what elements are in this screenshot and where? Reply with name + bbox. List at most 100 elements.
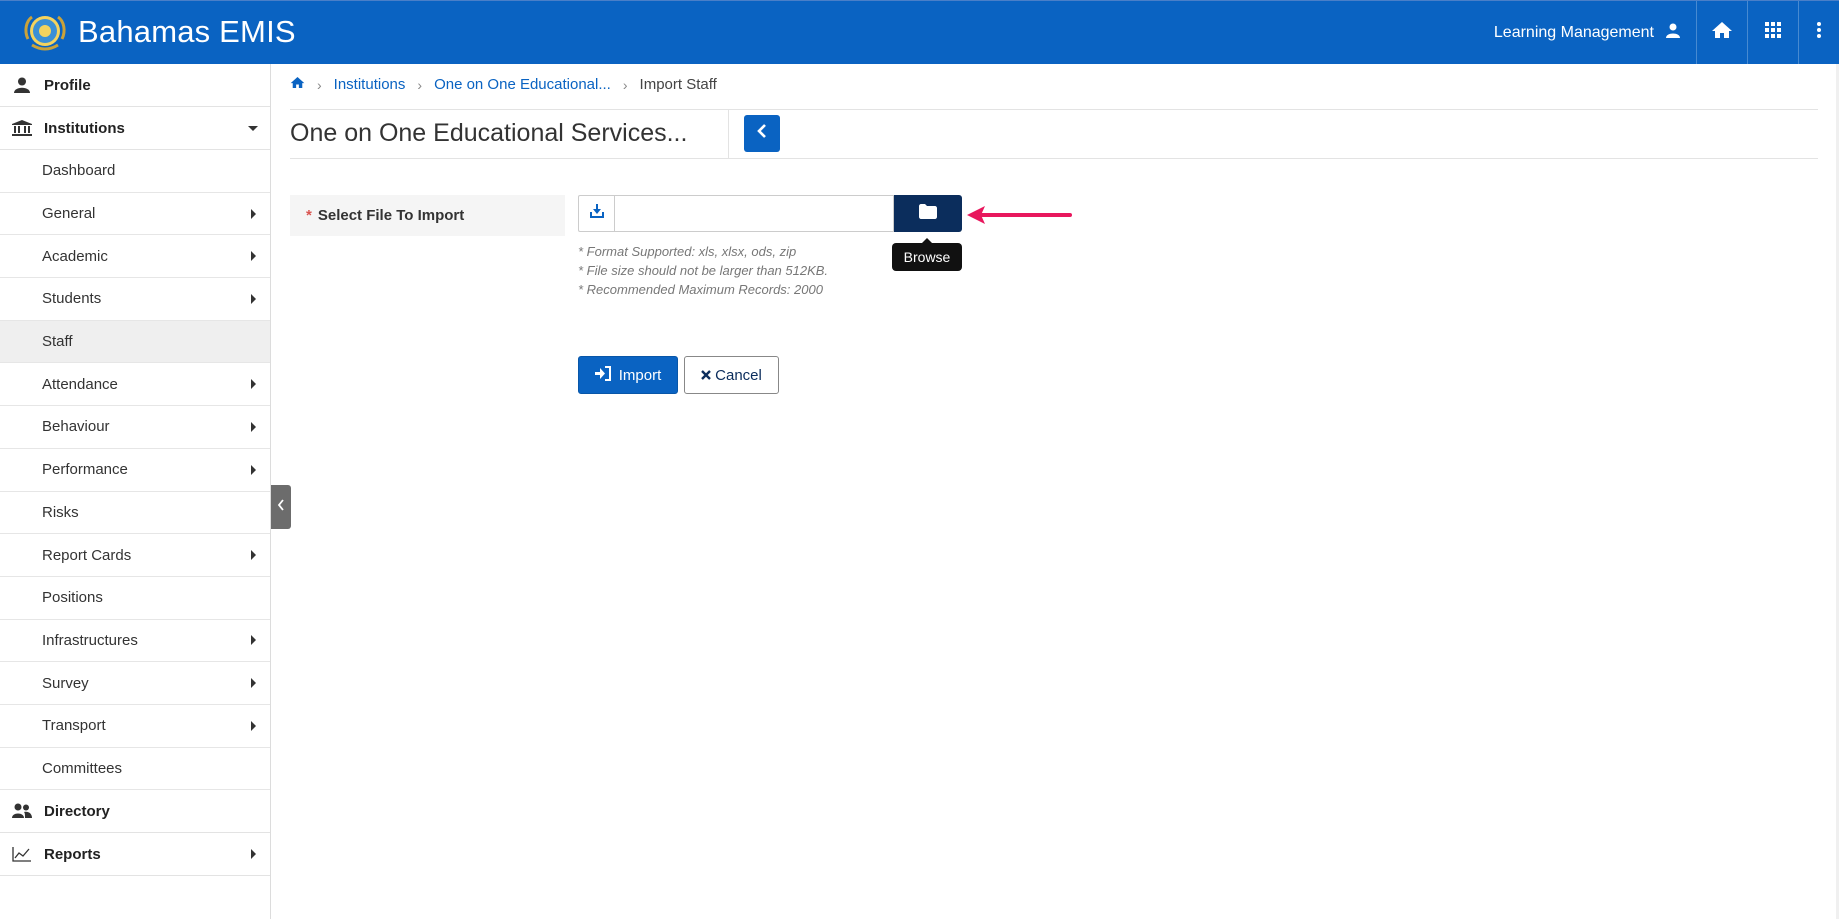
caret-right-icon	[251, 720, 256, 731]
caret-right-icon	[251, 464, 256, 475]
sidebar-item-label: Profile	[44, 76, 91, 94]
import-button[interactable]: Import	[578, 356, 678, 394]
institution-icon	[12, 120, 32, 136]
sidebar-item-profile[interactable]: Profile	[0, 64, 270, 107]
sidebar-item-label: Risks	[42, 503, 79, 521]
browse-button[interactable]	[894, 195, 962, 232]
sidebar-item-institutions[interactable]: Institutions	[0, 107, 270, 150]
hint-records: * Recommended Maximum Records: 2000	[578, 282, 823, 297]
caret-right-icon	[251, 251, 256, 262]
sidebar-item-label: Performance	[42, 461, 128, 479]
sidebar-item-risks[interactable]: Risks	[0, 492, 270, 535]
sidebar-item-label: Positions	[42, 589, 103, 607]
sidebar-item-label: Report Cards	[42, 546, 132, 564]
sidebar-item-attendance[interactable]: Attendance	[0, 363, 270, 407]
breadcrumb-institution[interactable]: One on One Educational...	[434, 76, 611, 93]
logo-icon	[20, 9, 70, 55]
apps-button[interactable]	[1748, 1, 1798, 64]
import-button-label: Import	[618, 366, 662, 384]
sidebar-item-label: General	[42, 205, 96, 223]
sidebar-item-transport[interactable]: Transport	[0, 705, 270, 748]
caret-right-icon	[251, 421, 256, 432]
required-mark: *	[306, 207, 312, 224]
sidebar-item-label: Committees	[42, 759, 123, 777]
sidebar-item-general[interactable]: General	[0, 193, 270, 236]
caret-right-icon	[251, 293, 256, 304]
top-header: Bahamas EMIS Learning Management	[0, 0, 1839, 64]
sidebar-item-infrastructures[interactable]: Infrastructures	[0, 620, 270, 663]
breadcrumb-institutions[interactable]: Institutions	[334, 76, 406, 93]
user-icon	[1666, 23, 1680, 43]
apps-grid-icon	[1765, 22, 1781, 43]
user-menu[interactable]: Learning Management	[1494, 1, 1696, 64]
chart-line-icon	[12, 846, 32, 862]
breadcrumb-separator: ›	[622, 76, 628, 93]
breadcrumb-current: Import Staff	[639, 76, 717, 93]
sidebar-item-report-cards[interactable]: Report Cards	[0, 534, 270, 577]
brand-name: Bahamas EMIS	[78, 14, 296, 49]
select-file-label: * Select File To Import	[290, 195, 565, 236]
caret-down-icon	[248, 126, 258, 131]
hint-format: * Format Supported: xls, xlsx, ods, zip	[578, 244, 797, 259]
download-template-button[interactable]	[578, 195, 614, 232]
brand[interactable]: Bahamas EMIS	[20, 9, 296, 55]
sidebar-item-label: Infrastructures	[42, 631, 138, 649]
sidebar-item-label: Behaviour	[42, 418, 110, 436]
sidebar-item-students[interactable]: Students	[0, 278, 270, 321]
breadcrumb-separator: ›	[417, 76, 423, 93]
sidebar-item-label: Reports	[44, 845, 101, 863]
download-icon	[589, 204, 604, 223]
directory-icon	[12, 803, 32, 819]
more-button[interactable]	[1799, 1, 1839, 64]
profile-icon	[12, 77, 32, 93]
cancel-button[interactable]: Cancel	[684, 356, 779, 394]
sidebar-item-label: Academic	[42, 247, 108, 265]
caret-right-icon	[251, 208, 256, 219]
user-label: Learning Management	[1493, 23, 1654, 41]
file-hints: * Format Supported: xls, xlsx, ods, zip …	[578, 242, 828, 299]
sidebar-collapse-button[interactable]	[271, 485, 291, 529]
sidebar-item-behaviour[interactable]: Behaviour	[0, 406, 270, 449]
sidebar-item-label: Survey	[42, 674, 89, 692]
caret-right-icon	[251, 379, 256, 390]
sidebar: Profile Institutions Dashboard General A…	[0, 64, 271, 919]
sidebar-item-directory[interactable]: Directory	[0, 790, 270, 834]
sidebar-item-reports[interactable]: Reports	[0, 833, 270, 877]
sidebar-item-label: Directory	[44, 802, 110, 820]
home-icon[interactable]	[290, 76, 305, 93]
caret-right-icon	[251, 849, 256, 860]
home-button[interactable]	[1697, 1, 1747, 64]
annotation-arrow-icon	[966, 203, 1072, 232]
sidebar-item-staff[interactable]: Staff	[0, 320, 270, 364]
caret-right-icon	[251, 635, 256, 646]
page-title: One on One Educational Services...	[290, 119, 688, 147]
back-button[interactable]	[744, 115, 780, 152]
breadcrumb-separator: ›	[317, 76, 322, 93]
file-upload-group	[578, 195, 962, 232]
sidebar-item-survey[interactable]: Survey	[0, 662, 270, 705]
more-vertical-icon	[1817, 22, 1821, 43]
sidebar-item-label: Staff	[42, 333, 73, 351]
hint-size: * File size should not be larger than 51…	[578, 263, 829, 278]
sidebar-item-label: Attendance	[42, 375, 118, 393]
sidebar-item-label: Dashboard	[42, 162, 116, 180]
sidebar-item-performance[interactable]: Performance	[0, 449, 270, 492]
cancel-button-label: Cancel	[715, 366, 762, 384]
sidebar-item-label: Institutions	[44, 119, 125, 137]
chevron-left-icon	[757, 124, 767, 143]
sign-in-icon	[594, 365, 611, 385]
file-name-field[interactable]	[614, 195, 894, 232]
sidebar-item-committees[interactable]: Committees	[0, 748, 270, 791]
sidebar-item-label: Transport	[42, 717, 106, 735]
caret-right-icon	[251, 550, 256, 561]
sidebar-item-positions[interactable]: Positions	[0, 577, 270, 620]
caret-right-icon	[251, 678, 256, 689]
breadcrumb: › Institutions › One on One Educational.…	[290, 76, 717, 93]
browse-tooltip: Browse	[892, 238, 962, 271]
sidebar-item-academic[interactable]: Academic	[0, 235, 270, 279]
close-icon	[701, 367, 711, 384]
title-bar: One on One Educational Services...	[290, 109, 1818, 159]
sidebar-item-dashboard[interactable]: Dashboard	[0, 150, 270, 193]
folder-icon	[919, 203, 937, 224]
chevron-left-icon	[277, 498, 285, 516]
